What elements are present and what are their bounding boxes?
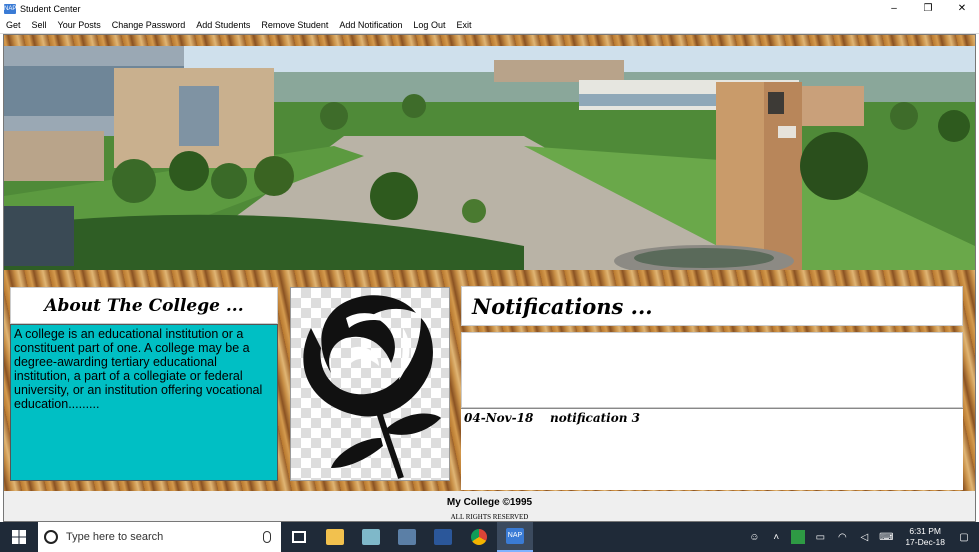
rose-icon <box>303 295 441 479</box>
notifications-list[interactable]: 04-Nov-18 notification 3 <box>461 408 963 490</box>
menu-item-change-password[interactable]: Change Password <box>106 20 191 30</box>
campus-banner-image <box>4 46 975 270</box>
notification-date: 04-Nov-18 <box>464 411 534 425</box>
task-view-icon <box>292 531 306 543</box>
search-placeholder: Type here to search <box>66 531 164 543</box>
menu-item-sell[interactable]: Sell <box>26 20 52 30</box>
folder-icon <box>326 529 344 545</box>
cortana-icon <box>44 530 58 544</box>
taskbar-network-app[interactable] <box>389 522 425 552</box>
keyboard-icon[interactable]: ⌨ <box>879 530 893 544</box>
footer-rights: ALL RIGHTS RESERVED <box>450 513 529 521</box>
about-college-heading: About The College ... <box>10 287 278 324</box>
windows-taskbar: Type here to search NAP ☺ ˄ ▭ ◠ ◁ ⌨ 6:31… <box>0 522 979 552</box>
battery-icon[interactable]: ▭ <box>813 530 827 544</box>
footer-copyright: My College ©1995 <box>446 497 533 508</box>
maximize-button[interactable]: ❐ <box>911 0 945 17</box>
app-main-panel: About The College ... A college is an ed… <box>3 34 976 522</box>
system-tray: ☺ ˄ ▭ ◠ ◁ ⌨ 6:31 PM 17-Dec-18 ▢ <box>743 522 979 552</box>
taskbar-chrome[interactable] <box>461 522 497 552</box>
menu-bar: Get Sell Your Posts Change Password Add … <box>0 17 979 34</box>
notifications-heading: Notifications ... <box>461 286 963 326</box>
network-app-icon <box>398 529 416 545</box>
clock-date: 17-Dec-18 <box>905 537 945 547</box>
microphone-icon[interactable] <box>263 531 271 543</box>
start-button[interactable] <box>0 522 38 552</box>
menu-item-your-posts[interactable]: Your Posts <box>52 20 106 30</box>
green-app-tray-icon[interactable] <box>791 530 806 544</box>
menu-item-log-out[interactable]: Log Out <box>407 20 450 30</box>
rose-image <box>290 287 450 481</box>
action-center-icon[interactable]: ▢ <box>957 530 971 544</box>
about-college-description: A college is an educational institution … <box>14 327 263 411</box>
window-controls: – ❐ ✕ <box>877 0 979 17</box>
close-button[interactable]: ✕ <box>945 0 979 17</box>
taskbar-notepad[interactable] <box>353 522 389 552</box>
people-icon[interactable]: ☺ <box>747 530 761 544</box>
notepad-icon <box>362 529 380 545</box>
about-college-title: About The College ... <box>44 295 244 316</box>
menu-item-add-students[interactable]: Add Students <box>190 20 255 30</box>
minimize-button[interactable]: – <box>877 0 911 17</box>
menu-item-add-notification[interactable]: Add Notification <box>333 20 407 30</box>
taskbar-word[interactable] <box>425 522 461 552</box>
notifications-title: Notifications ... <box>472 293 653 319</box>
notification-row[interactable]: 04-Nov-18 notification 3 <box>464 411 960 425</box>
window-title: Student Center <box>20 3 81 14</box>
taskbar-search-box[interactable]: Type here to search <box>38 522 281 552</box>
word-icon <box>434 529 452 545</box>
menu-item-exit[interactable]: Exit <box>450 20 476 30</box>
about-college-text-box: A college is an educational institution … <box>10 324 278 481</box>
chrome-icon <box>471 529 487 545</box>
menu-item-get[interactable]: Get <box>0 20 26 30</box>
volume-icon[interactable]: ◁ <box>857 530 871 544</box>
menu-item-remove-student[interactable]: Remove Student <box>255 20 333 30</box>
footer: My College ©1995 ALL RIGHTS RESERVED <box>4 491 975 521</box>
window-titlebar: NAP Student Center – ❐ ✕ <box>0 0 979 17</box>
app-logo-icon: NAP <box>4 3 17 14</box>
taskbar-file-explorer[interactable] <box>317 522 353 552</box>
clock-time: 6:31 PM <box>909 526 941 536</box>
notifications-blank-panel <box>461 332 963 408</box>
show-hidden-icons-chevron-icon[interactable]: ˄ <box>769 530 783 544</box>
nap-app-icon: NAP <box>506 528 524 544</box>
taskbar-nap-app[interactable]: NAP <box>497 522 533 552</box>
wifi-icon[interactable]: ◠ <box>835 530 849 544</box>
taskbar-clock[interactable]: 6:31 PM 17-Dec-18 <box>905 526 945 548</box>
notification-text: notification 3 <box>550 411 640 425</box>
windows-logo-icon <box>12 530 26 544</box>
task-view-button[interactable] <box>281 522 317 552</box>
